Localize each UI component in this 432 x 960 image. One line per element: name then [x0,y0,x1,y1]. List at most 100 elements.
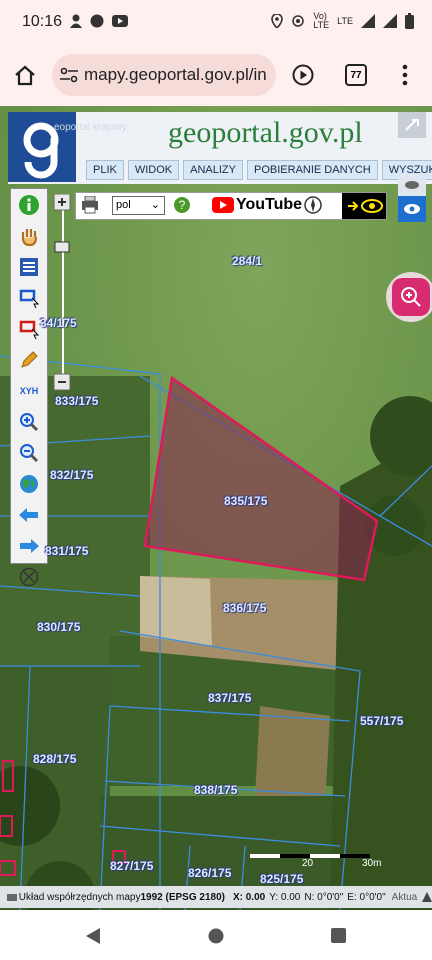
coord-settings-icon[interactable] [6,891,17,903]
browser-toolbar: mapy.geoportal.gov.pl/in 77 [0,44,432,106]
home-nav-icon[interactable] [208,928,224,944]
youtube-label: YouTube [236,196,303,213]
youtube-icon [212,197,234,213]
tools-icon [405,119,419,131]
site-settings-icon[interactable] [60,67,78,83]
tool-legend[interactable] [11,251,47,282]
zoom-slider-handle [54,241,70,253]
recents-icon[interactable] [331,928,346,943]
arrow-right-icon [20,538,39,553]
tool-draw[interactable] [11,344,47,375]
parcel-label: 826/175 [188,866,232,880]
parcel-label: 832/175 [50,468,94,482]
map-viewport[interactable]: eoportal krajowy geoportal.gov.pl PLIK W… [0,106,432,910]
parcel-label: 837/175 [208,691,252,705]
volte-icon: Vo) LTE [313,11,330,30]
zoom-fab-button[interactable] [386,272,432,322]
coord-x: X: 0.00 [232,891,266,903]
eye-active-button[interactable] [398,196,426,222]
scale-label-30: 30m [362,858,382,869]
parcel-label: 284/1 [232,254,263,268]
coord-updated: Aktua [391,891,418,903]
youtube-link[interactable]: YouTube [212,196,302,214]
tool-zoom-in[interactable] [11,406,47,437]
help-icon[interactable]: ? [173,196,191,214]
tool-full-extent[interactable] [11,468,47,499]
xyh-label: XYH [19,385,39,396]
hand-icon [21,228,38,246]
back-icon[interactable] [86,928,100,944]
menu-file[interactable]: PLIK [86,160,124,180]
eye-small-button[interactable] [398,174,426,196]
parcel-label: 34/175 [40,316,77,330]
tool-zoom-out[interactable] [11,437,47,468]
tool-forward[interactable] [11,530,47,561]
coord-system-value: 1992 (EPSG 2180) [140,891,225,903]
tool-clear[interactable] [11,561,47,592]
person-icon [70,14,82,28]
coord-e: E: 0°0'0" [347,891,386,903]
menu-analyses[interactable]: ANALIZY [183,160,243,180]
geoportal-header: eoportal krajowy geoportal.gov.pl PLIK W… [8,112,432,184]
more-menu-icon[interactable] [400,64,410,86]
coord-n: N: 0°0'0" [304,891,344,903]
parcel-label: 828/175 [33,752,77,766]
coord-menu-icon[interactable] [421,891,432,903]
battery-icon [405,13,414,29]
zoom-slider[interactable] [52,194,74,394]
location-icon [271,14,284,28]
header-subtitle: eoportal krajowy [54,122,127,133]
tab-count: 77 [350,69,362,81]
fab-inner [392,278,430,316]
globe-icon [20,474,38,493]
visibility-toggle-button[interactable] [342,193,386,219]
info-icon [19,194,39,215]
compass-icon[interactable] [304,196,322,214]
status-bar: 10:16 Vo) LTE LTE [0,0,432,44]
svg-text:?: ? [179,198,186,212]
parcel-label: 833/175 [55,394,99,408]
parcel-label: 831/175 [45,544,89,558]
menu-view[interactable]: WIDOK [127,160,180,180]
tool-select-rect[interactable] [11,282,47,313]
home-icon[interactable] [14,64,36,86]
chevron-down-icon: ⌄ [150,199,160,211]
zoom-in-icon [20,412,39,431]
parcel-label: 830/175 [37,620,81,634]
parcel-label: 827/175 [110,859,154,873]
coordinate-bar: Układ współrzędnych mapy 1992 (EPSG 2180… [0,886,432,908]
clear-icon [19,567,39,586]
notification-icons [70,14,128,28]
parcel-label: 838/175 [194,783,238,797]
tool-back[interactable] [11,499,47,530]
layers-button[interactable] [398,112,426,138]
tool-pan[interactable] [11,220,47,251]
coord-system-label: Układ współrzędnych mapy [18,891,141,903]
navigation-bar [0,910,432,960]
arrow-left-icon [19,507,38,522]
language-select[interactable]: pol ⌄ [112,196,165,215]
tab-switcher-button[interactable]: 77 [345,64,367,86]
list-icon [20,257,38,276]
eye-active-icon [404,204,420,214]
signal2-icon [383,14,397,28]
tool-xyh[interactable]: XYH [11,375,47,406]
map-toolbar: pol ⌄ ? YouTube [75,192,387,220]
main-menu: PLIK WIDOK ANALIZY POBIERANIE DANYCH WYS… [86,160,432,180]
address-bar[interactable]: mapy.geoportal.gov.pl/in [52,54,276,96]
site-name: geoportal.gov.pl [168,116,363,149]
language-value: pol [116,199,131,211]
tool-info[interactable] [11,189,47,220]
select-blue-icon [19,289,39,308]
play-icon[interactable] [292,64,314,86]
system-icons: Vo) LTE LTE [271,12,414,30]
pencil-icon [21,350,38,368]
zoom-out-icon [20,443,39,462]
signal-icon [361,14,375,28]
menu-download[interactable]: POBIERANIE DANYCH [247,160,378,180]
dot-icon [90,14,104,28]
parcel-label: 557/175 [360,714,404,728]
scale-bar: 20 30m [250,852,381,872]
url-text: mapy.geoportal.gov.pl/in [84,65,267,84]
print-icon[interactable] [80,196,100,214]
